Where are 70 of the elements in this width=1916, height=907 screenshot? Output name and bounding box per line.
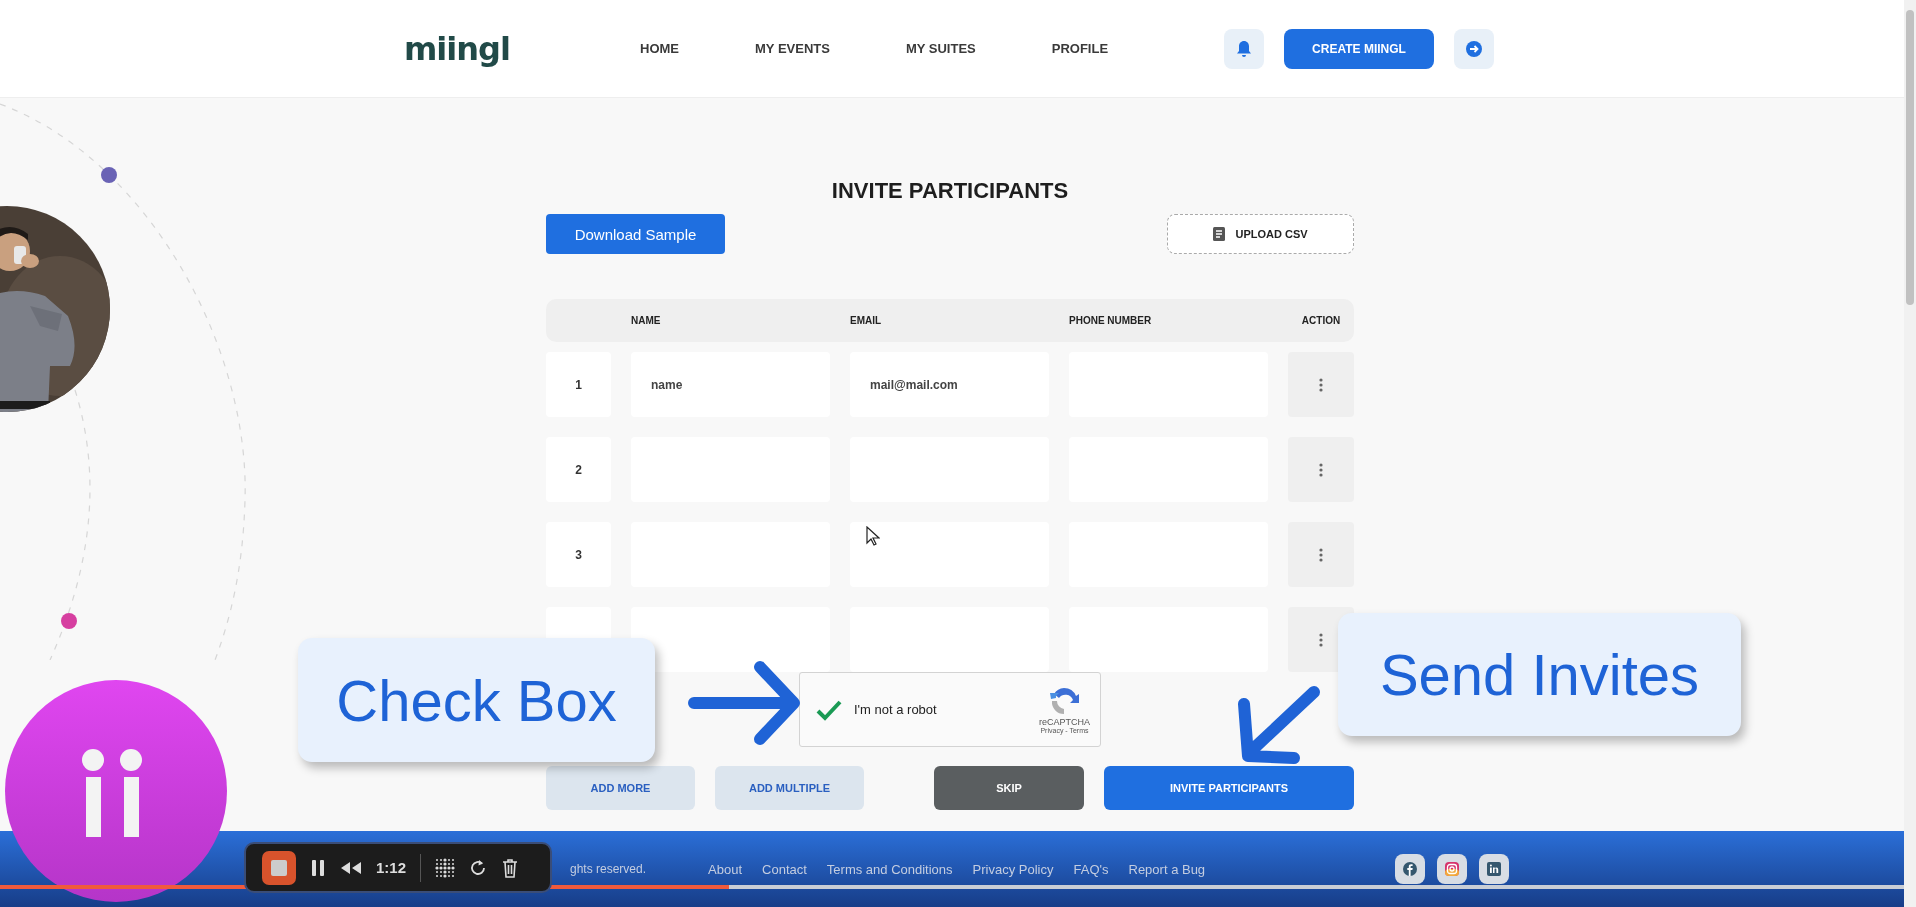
create-button[interactable]: CREATE MIINGL xyxy=(1284,28,1434,69)
nav-link[interactable]: PROFILE xyxy=(1051,41,1109,56)
name-field[interactable]: name xyxy=(631,352,830,417)
copyright-text: ghts reserved. xyxy=(570,862,647,876)
scrollbar[interactable] xyxy=(1904,0,1916,907)
upload-csv-button[interactable]: UPLOAD CSV xyxy=(1167,214,1354,254)
pause-icon[interactable] xyxy=(310,858,326,877)
action-button[interactable]: INVITE PARTICIPANTS xyxy=(1104,766,1354,810)
footer-link[interactable]: FAQ's xyxy=(1073,861,1109,877)
grid-dots-icon[interactable] xyxy=(435,857,456,878)
facebook-icon xyxy=(1403,862,1418,876)
nav-link[interactable]: HOME xyxy=(640,41,679,56)
recaptcha-icon xyxy=(1047,685,1082,717)
action-button[interactable]: ADD MULTIPLE xyxy=(715,766,864,810)
captcha-brand: reCAPTCHA xyxy=(1039,717,1090,727)
decoration-dot xyxy=(61,613,77,629)
name-field[interactable] xyxy=(631,607,830,672)
download-sample-button[interactable]: Download Sample xyxy=(546,214,725,254)
column-header: EMAIL xyxy=(850,315,883,326)
more-icon xyxy=(1319,547,1323,562)
row-menu-button[interactable] xyxy=(1288,522,1354,587)
footer-link[interactable]: Terms and Conditions xyxy=(826,861,953,877)
more-icon xyxy=(1319,377,1323,392)
footer-link[interactable]: Privacy Policy xyxy=(972,861,1054,877)
stop-button[interactable] xyxy=(262,850,296,885)
logout-button[interactable] xyxy=(1454,28,1494,69)
refresh-icon[interactable] xyxy=(469,858,488,877)
row-number: 3 xyxy=(575,547,582,562)
row-number: 2 xyxy=(575,462,582,477)
arrow-icon xyxy=(1236,684,1322,766)
recording-time: 1:12 xyxy=(376,859,407,876)
row-menu-button[interactable] xyxy=(1288,352,1354,417)
row-number: 1 xyxy=(575,377,582,392)
captcha-label: I'm not a robot xyxy=(854,702,937,717)
arrow-icon xyxy=(688,659,800,747)
logo[interactable]: miingl xyxy=(404,29,554,68)
arrow-circle-icon xyxy=(1465,39,1483,58)
page-title: INVITE PARTICIPANTS xyxy=(830,178,1070,205)
document-icon xyxy=(1213,227,1226,241)
bell-icon xyxy=(1236,39,1252,58)
email-field[interactable]: mail@mail.com xyxy=(850,352,1049,417)
callout-tooltip: Send Invites xyxy=(1338,613,1741,736)
callout-tooltip: Check Box xyxy=(298,638,655,762)
notification-button[interactable] xyxy=(1224,28,1264,69)
nav-link[interactable]: MY EVENTS xyxy=(755,41,830,56)
email-field[interactable] xyxy=(850,607,1049,672)
logo-icon xyxy=(5,680,227,902)
trash-icon[interactable] xyxy=(501,857,520,878)
row-menu-button[interactable] xyxy=(1288,437,1354,502)
linkedin-icon xyxy=(1487,862,1502,876)
column-header: ACTION xyxy=(1300,315,1342,326)
more-icon xyxy=(1319,462,1323,477)
footer-link[interactable]: Contact xyxy=(762,861,807,877)
facebook-button[interactable] xyxy=(1395,854,1426,884)
linkedin-button[interactable] xyxy=(1479,854,1510,884)
action-button[interactable]: SKIP xyxy=(934,766,1084,810)
action-button[interactable]: ADD MORE xyxy=(546,766,695,810)
decoration-dot xyxy=(101,167,117,183)
mouse-pointer-icon xyxy=(866,526,880,546)
footer-link[interactable]: Report a Bug xyxy=(1128,861,1206,877)
column-header: PHONE NUMBER xyxy=(1069,315,1153,326)
instagram-button[interactable] xyxy=(1437,854,1468,884)
instagram-icon xyxy=(1445,862,1460,876)
nav-link[interactable]: MY SUITES xyxy=(905,41,976,56)
footer-link[interactable]: About xyxy=(708,861,743,877)
more-icon xyxy=(1319,632,1323,647)
rewind-icon[interactable] xyxy=(340,860,362,875)
email-field[interactable] xyxy=(850,522,1049,587)
phone-field[interactable] xyxy=(1069,607,1268,672)
column-header: NAME xyxy=(631,315,662,326)
